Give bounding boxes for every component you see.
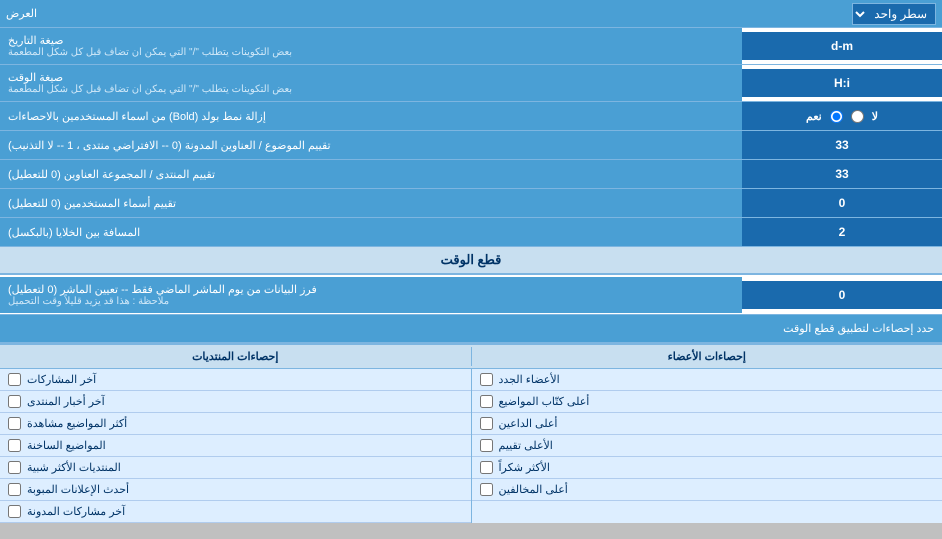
stats-new-members: الأعضاء الجدد xyxy=(472,369,942,391)
stats-top-thanks-check[interactable] xyxy=(480,461,493,474)
time-format-input-wrapper[interactable] xyxy=(742,69,942,97)
stats-noted-posts-label: آخر مشاركات المدونة xyxy=(27,505,125,518)
stats-forum-news-label: آخر أخبار المنتدى xyxy=(27,395,105,408)
stats-forum-news: آخر أخبار المنتدى xyxy=(0,391,471,413)
stats-col1-header: إحصاءات المنتديات xyxy=(0,347,471,366)
topics-order-row: تقييم الموضوع / العناوين المدونة (0 -- ا… xyxy=(0,131,942,160)
stats-top-posters: أعلى كتّاب المواضيع xyxy=(472,391,942,413)
users-order-row: تقييم أسماء المستخدمين (0 للتعطيل) xyxy=(0,189,942,218)
users-order-input[interactable] xyxy=(748,196,936,210)
stats-forums-col: آخر المشاركات آخر أخبار المنتدى أكثر الم… xyxy=(0,369,471,523)
display-select[interactable]: سطر واحدسطرانثلاثة أسطر xyxy=(852,3,936,25)
stats-last-posts: آخر المشاركات xyxy=(0,369,471,391)
stats-top-active-label: أعلى الداعين xyxy=(499,417,558,430)
apply-stats-label: حدد إحصاءات لتطبيق قطع الوقت xyxy=(8,322,934,335)
forum-order-input[interactable] xyxy=(748,167,936,181)
apply-stats-row: حدد إحصاءات لتطبيق قطع الوقت xyxy=(0,315,942,343)
bold-remove-row: لا نعم إزالة نمط بولد (Bold) من اسماء ال… xyxy=(0,102,942,131)
stats-recent-topics-check[interactable] xyxy=(8,439,21,452)
topics-order-input-wrapper[interactable] xyxy=(742,131,942,159)
stats-top-rated: الأعلى تقييم xyxy=(472,435,942,457)
stats-top-rated-label: الأعلى تقييم xyxy=(499,439,553,452)
stats-body: الأعضاء الجدد أعلى كتّاب المواضيع أعلى ا… xyxy=(0,369,942,523)
stats-top-active-check[interactable] xyxy=(480,417,493,430)
stats-similar-forums-check[interactable] xyxy=(8,461,21,474)
stats-last-posts-check[interactable] xyxy=(8,373,21,386)
topics-order-label: تقييم الموضوع / العناوين المدونة (0 -- ا… xyxy=(0,131,742,159)
date-format-label: صيغة التاريخ بعض التكوينات يتطلب "/" الت… xyxy=(0,28,742,64)
select-wrapper[interactable]: سطر واحدسطرانثلاثة أسطر xyxy=(852,3,936,25)
filter-label: فرز البيانات من يوم الماشر الماضي فقط --… xyxy=(0,277,742,313)
stats-top-rated-check[interactable] xyxy=(480,439,493,452)
stats-similar-forums-label: المنتديات الأكثر شبية xyxy=(27,461,121,474)
time-format-label: صيغة الوقت بعض التكوينات يتطلب "/" التي … xyxy=(0,65,742,101)
forum-order-label: تقييم المنتدى / المجموعة العناوين (0 للت… xyxy=(0,160,742,188)
stats-forum-news-check[interactable] xyxy=(8,395,21,408)
stats-top-posters-check[interactable] xyxy=(480,395,493,408)
stats-top-admins-check[interactable] xyxy=(480,483,493,496)
gap-input-wrapper[interactable] xyxy=(742,218,942,246)
stats-recent-topics-label: المواضيع الساخنة xyxy=(27,439,106,452)
gap-input[interactable] xyxy=(748,225,936,239)
date-format-row: صيغة التاريخ بعض التكوينات يتطلب "/" الت… xyxy=(0,28,942,65)
stats-recent-ads-label: أحدث الإعلانات المبوبة xyxy=(27,483,129,496)
stats-top-admins: أعلى المخالفين xyxy=(472,479,942,501)
bold-no-label: لا xyxy=(872,110,878,123)
stats-recent-ads-check[interactable] xyxy=(8,483,21,496)
time-format-row: صيغة الوقت بعض التكوينات يتطلب "/" التي … xyxy=(0,65,942,102)
stats-col2-header: إحصاءات الأعضاء xyxy=(471,347,942,366)
gap-label: المسافة بين الخلايا (بالبكسل) xyxy=(0,218,742,246)
stats-new-members-label: الأعضاء الجدد xyxy=(499,373,560,386)
stats-recent-topics: المواضيع الساخنة xyxy=(0,435,471,457)
stats-section: إحصاءات الأعضاء إحصاءات المنتديات الأعضا… xyxy=(0,343,942,523)
bold-no-radio[interactable] xyxy=(851,110,864,123)
gap-row: المسافة بين الخلايا (بالبكسل) xyxy=(0,218,942,247)
forum-order-input-wrapper[interactable] xyxy=(742,160,942,188)
stats-noted-posts-check[interactable] xyxy=(8,505,21,518)
stats-top-active: أعلى الداعين xyxy=(472,413,942,435)
stats-most-viewed: أكثر المواضيع مشاهدة xyxy=(0,413,471,435)
stats-noted-posts: آخر مشاركات المدونة xyxy=(0,501,471,523)
stats-top-posters-label: أعلى كتّاب المواضيع xyxy=(499,395,590,408)
stats-top-thanks-label: الأكثر شكراً xyxy=(499,461,550,474)
date-format-input-wrapper[interactable] xyxy=(742,32,942,60)
stats-header-row: إحصاءات الأعضاء إحصاءات المنتديات xyxy=(0,345,942,369)
users-order-label: تقييم أسماء المستخدمين (0 للتعطيل) xyxy=(0,189,742,217)
topics-order-input[interactable] xyxy=(748,138,936,152)
bold-yes-radio[interactable] xyxy=(830,110,843,123)
filter-input-wrapper[interactable] xyxy=(742,281,942,309)
stats-members-col: الأعضاء الجدد أعلى كتّاب المواضيع أعلى ا… xyxy=(471,369,942,523)
stats-last-posts-label: آخر المشاركات xyxy=(27,373,96,386)
filter-input[interactable] xyxy=(748,288,936,302)
stats-top-thanks: الأكثر شكراً xyxy=(472,457,942,479)
stats-similar-forums: المنتديات الأكثر شبية xyxy=(0,457,471,479)
users-order-input-wrapper[interactable] xyxy=(742,189,942,217)
bold-yes-label: نعم xyxy=(806,110,822,123)
bold-remove-input-wrapper: لا نعم xyxy=(742,102,942,130)
display-label: العرض xyxy=(6,7,37,20)
forum-order-row: تقييم المنتدى / المجموعة العناوين (0 للت… xyxy=(0,160,942,189)
stats-most-viewed-label: أكثر المواضيع مشاهدة xyxy=(27,417,127,430)
realtime-section-header: قطع الوقت xyxy=(0,247,942,275)
filter-row: فرز البيانات من يوم الماشر الماضي فقط --… xyxy=(0,275,942,315)
stats-new-members-check[interactable] xyxy=(480,373,493,386)
stats-top-admins-label: أعلى المخالفين xyxy=(499,483,568,496)
stats-most-viewed-check[interactable] xyxy=(8,417,21,430)
bold-remove-label: إزالة نمط بولد (Bold) من اسماء المستخدمي… xyxy=(0,102,742,130)
top-row: سطر واحدسطرانثلاثة أسطر العرض xyxy=(0,0,942,28)
date-format-input[interactable] xyxy=(748,39,936,53)
time-format-input[interactable] xyxy=(748,76,936,90)
stats-recent-ads: أحدث الإعلانات المبوبة xyxy=(0,479,471,501)
